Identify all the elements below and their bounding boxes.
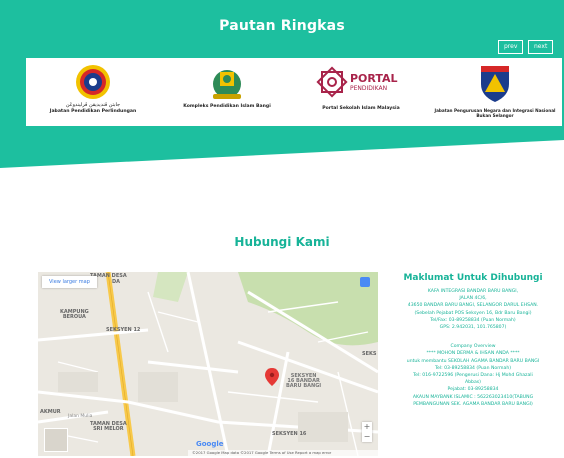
contact-info-panel: Maklumat Untuk Dihubungi KAFA INTEGRASI … xyxy=(384,272,562,408)
link-card-kompleks[interactable]: Kompleks Pendidikan Islam Bangi xyxy=(160,58,294,126)
shield-emblem-icon xyxy=(428,62,562,106)
donation-line: AKAUN MAYBANK ISLAMIC : 562263023410(TAB… xyxy=(412,394,534,400)
portal-pendidikan-logo-icon: PORTAL PENDIDIKAN xyxy=(294,62,428,106)
zoom-in-button[interactable]: + xyxy=(362,422,372,432)
map-label: AKMUR xyxy=(40,409,61,415)
card-caption: Jabatan Pengurusan Negara dan Integrasi … xyxy=(434,108,556,118)
address-lines: KAFA INTEGRASI BANDAR BARU BANGI, JALAN … xyxy=(384,288,562,331)
hubungi-kami-title: Hubungi Kami xyxy=(234,235,330,249)
svg-text:PORTAL: PORTAL xyxy=(350,72,398,85)
kompleks-crest-icon xyxy=(160,62,294,106)
view-larger-map-link[interactable]: View larger map xyxy=(42,276,97,288)
donation-line: Tel: 03-89258834 (Puan Normah) xyxy=(434,365,512,371)
card-caption: Kompleks Pendidikan Islam Bangi xyxy=(183,104,271,109)
card-caption: Portal Sekolah Islam Malaysia xyxy=(322,106,400,111)
donation-line: Tel: 016-9722596 (Pengerusi Dana: Hj Moh… xyxy=(413,373,533,379)
link-card-jabatan[interactable]: جابتن ڤنديديقن ڤرليندوڠن Jabatan Pendidi… xyxy=(26,58,160,126)
address-line: KAFA INTEGRASI BANDAR BARU BANGI, xyxy=(427,289,519,294)
map-label: SEKSYEN 16 BANDAR BARU BANGI xyxy=(286,373,322,389)
address-line: Tel/Fax: 03-89258834 (Puan Normah) xyxy=(430,317,516,323)
map-label: Jalan Mulia xyxy=(68,414,93,419)
carousel-prev-button[interactable]: prev xyxy=(498,40,524,54)
map-label: SEKS xyxy=(362,351,377,357)
link-card-jpnin[interactable]: Jabatan Pengurusan Negara dan Integrasi … xyxy=(428,58,562,126)
map-attribution[interactable]: ©2017 Google Map data ©2017 Google Terms… xyxy=(188,450,378,456)
link-card-portal[interactable]: PORTAL PENDIDIKAN Portal Sekolah Islam M… xyxy=(294,58,428,126)
pautan-ringkas-title: Pautan Ringkas xyxy=(219,18,345,34)
card-caption: Jabatan Pendidikan Perlindungan xyxy=(49,109,137,114)
donation-lines: Company Overview **** MOHON DERMA & IHSA… xyxy=(384,343,562,408)
satellite-toggle-thumbnail[interactable] xyxy=(44,428,68,452)
map-label: TAMAN DESA SRI MELOR xyxy=(90,421,127,432)
jabatan-emblem-icon xyxy=(26,62,160,106)
zoom-out-button[interactable]: − xyxy=(362,432,372,442)
svg-text:PENDIDIKAN: PENDIDIKAN xyxy=(350,85,387,92)
map-zoom-control[interactable]: + − xyxy=(362,422,372,442)
map-label: SEKSYEN 12 xyxy=(106,327,141,333)
donation-line: **** MOHON DERMA & IHSAN ANDA **** xyxy=(426,351,520,357)
google-logo: Google xyxy=(196,440,224,448)
address-line: (Sebelah Pejabat POS Seksyen 16, Bdr Bar… xyxy=(414,310,532,316)
pegman-icon[interactable] xyxy=(360,277,370,287)
map-label: SEKSYEN 16 xyxy=(272,431,307,437)
map-label: KAMPUNG BEROUA xyxy=(60,309,89,320)
carousel-next-button[interactable]: next xyxy=(528,40,554,54)
address-line: 43650 BANDAR BARU BANGI, SELANGOR DARUL … xyxy=(407,303,539,309)
donation-line: untuk membantu SEKOLAH AGAMA BANDAR BARU… xyxy=(406,358,540,364)
google-map[interactable]: TAMAN DESA DA KAMPUNG BEROUA SEKSYEN 12 … xyxy=(38,272,378,456)
contact-info-title: Maklumat Untuk Dihubungi xyxy=(403,273,543,283)
donation-line: PEMBANGUNAN SEK. AGAMA BANDAR BARU BANGI… xyxy=(413,401,533,407)
donation-line: Company Overview xyxy=(450,344,496,350)
address-line: JALAN 4C/6, xyxy=(459,296,487,302)
card-caption-arabic: جابتن ڤنديديقن ڤرليندوڠن xyxy=(65,102,121,108)
address-line: GPS: 2.942031, 101.765807) xyxy=(439,325,507,331)
map-label: DA xyxy=(112,279,121,285)
donation-line: Pejabat: 03-89258834 xyxy=(447,387,499,393)
donation-line: Abbas) xyxy=(465,380,481,386)
